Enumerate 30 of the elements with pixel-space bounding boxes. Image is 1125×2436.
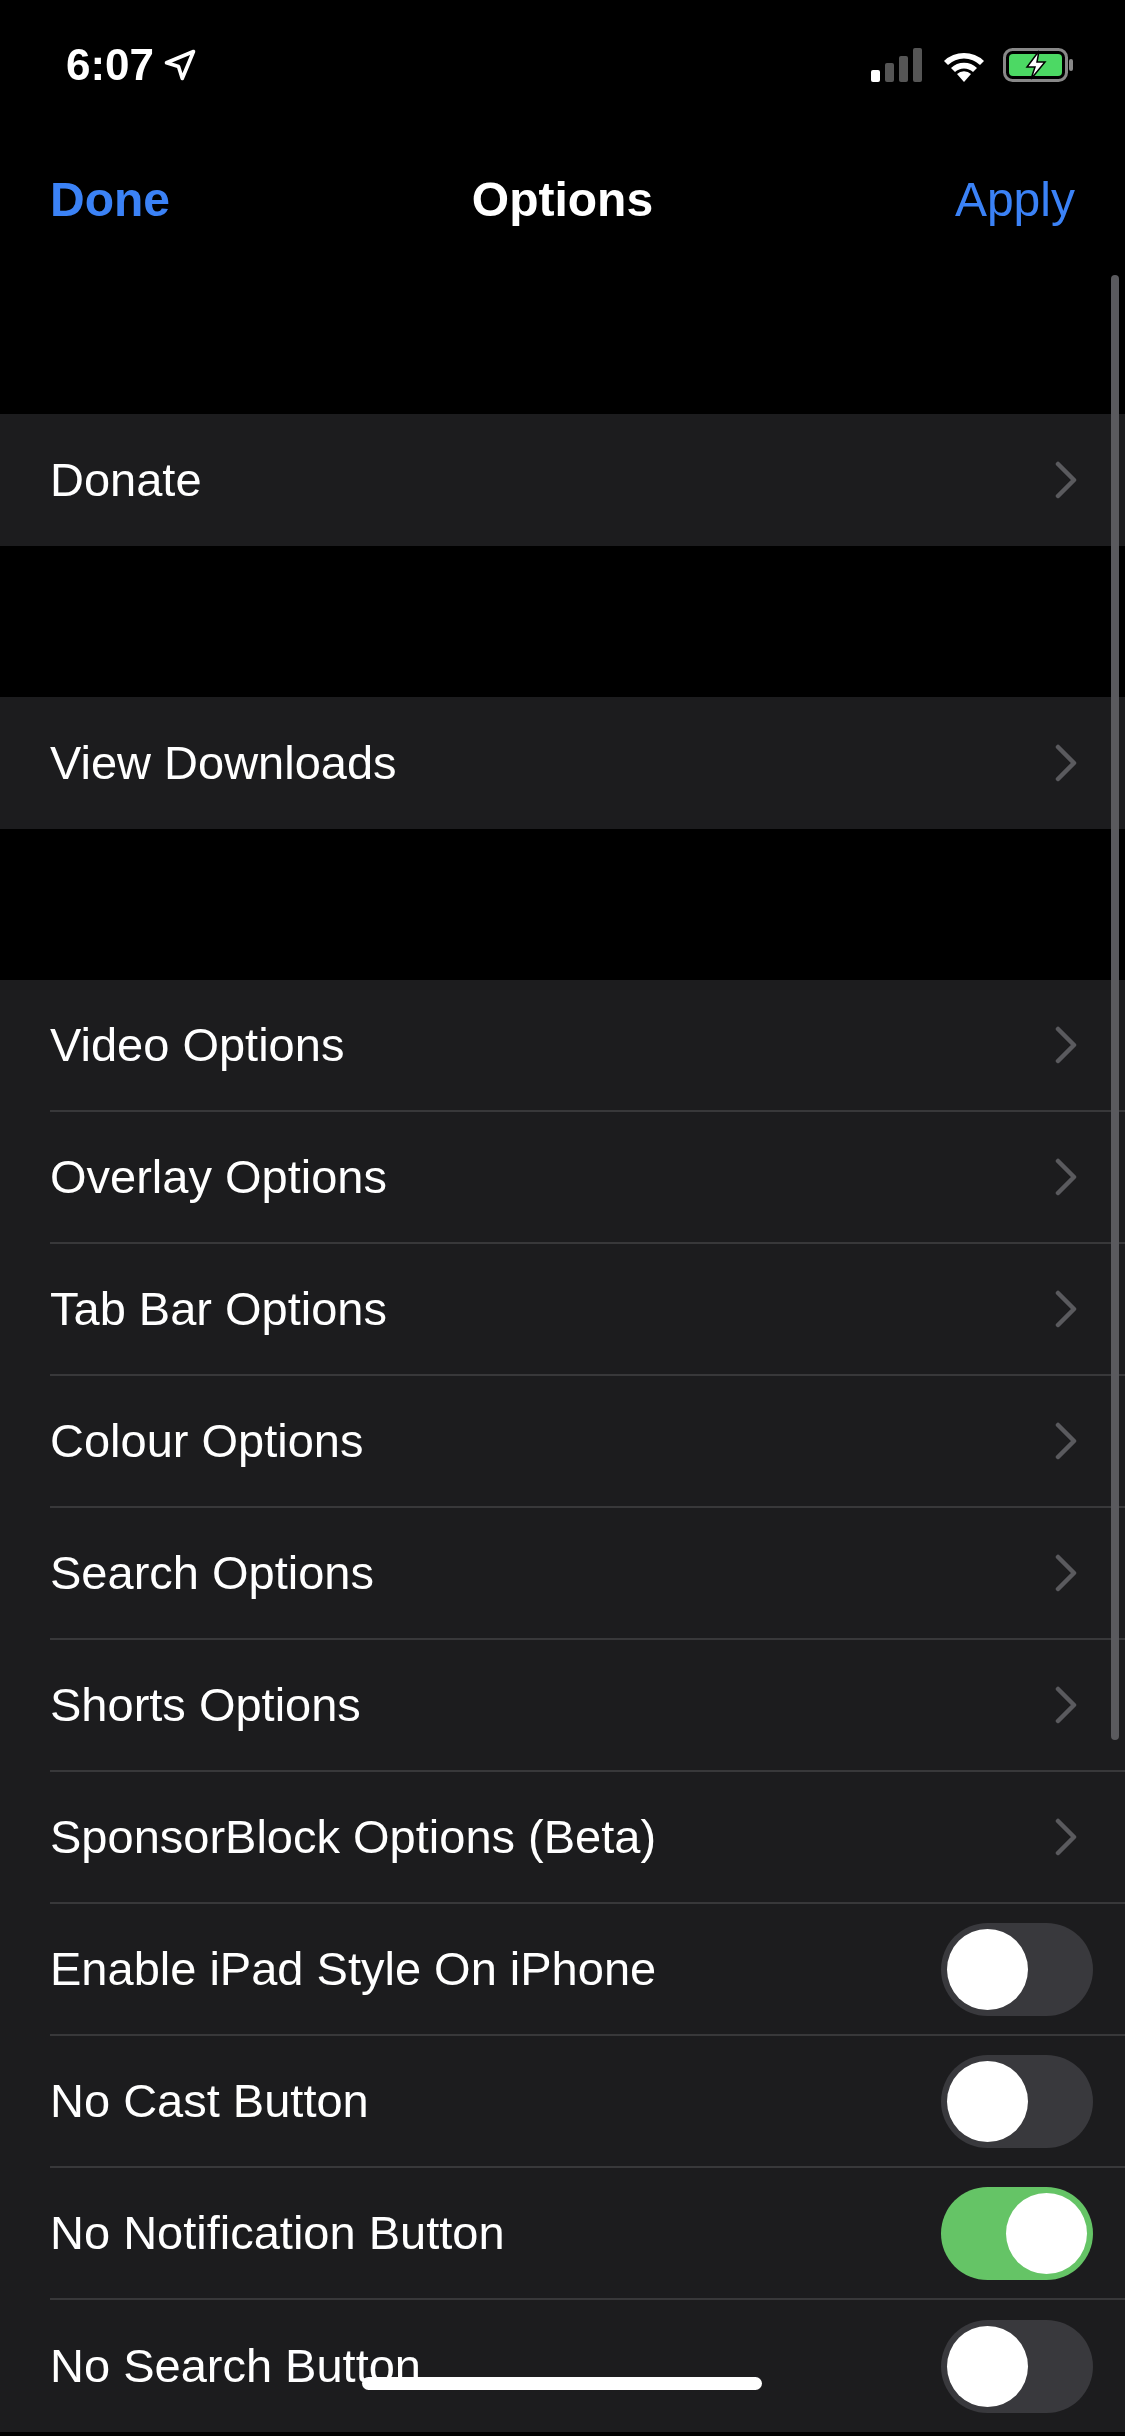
chevron-icon <box>1055 1158 1077 1196</box>
option-label: Overlay Options <box>50 1148 387 1205</box>
chevron-icon <box>1055 1554 1077 1592</box>
screen-title: Options <box>471 172 654 228</box>
chevron-icon <box>1055 1686 1077 1724</box>
option-label: Shorts Options <box>50 1676 361 1733</box>
option-label: Video Options <box>50 1016 345 1073</box>
chevron-icon <box>1055 1818 1077 1856</box>
option-label: Colour Options <box>50 1412 364 1469</box>
option-label: Search Options <box>50 1544 374 1601</box>
settings-row[interactable]: View Downloads <box>0 697 1125 829</box>
option-label: Tab Bar Options <box>50 1280 387 1337</box>
option-label: No Cast Button <box>50 2072 369 2129</box>
option-label: View Downloads <box>50 734 397 791</box>
option-label: No Notification Button <box>50 2204 505 2261</box>
signal-icon <box>871 48 925 82</box>
chevron-icon <box>1055 744 1077 782</box>
chevron-icon <box>1055 1026 1077 1064</box>
chevron-icon <box>1055 1422 1077 1460</box>
chevron-icon <box>1055 461 1077 499</box>
settings-row[interactable]: Donate <box>0 414 1125 546</box>
settings-row[interactable]: SponsorBlock Options (Beta) <box>0 1772 1125 1904</box>
battery-charging-icon <box>1003 48 1075 82</box>
option-label: Donate <box>50 451 202 508</box>
chevron-icon <box>1055 1290 1077 1328</box>
done-button[interactable]: Done <box>50 164 170 236</box>
option-label: SponsorBlock Options (Beta) <box>50 1808 657 1865</box>
status-time: 6:07 <box>66 39 155 91</box>
apply-button[interactable]: Apply <box>954 164 1075 236</box>
option-label: Enable iPad Style On iPhone <box>50 1940 657 1997</box>
